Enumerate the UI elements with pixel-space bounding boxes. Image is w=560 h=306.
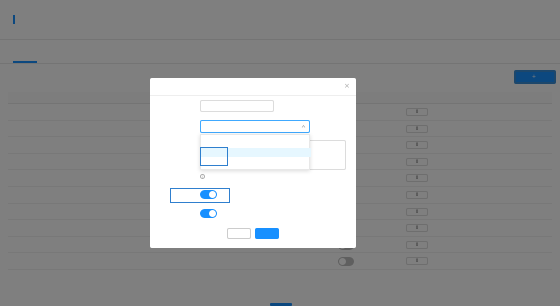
filter-highlight-box: [170, 188, 230, 203]
param-name-input[interactable]: [200, 100, 274, 112]
option-text[interactable]: [201, 138, 311, 147]
chevron-up-icon: [301, 125, 306, 128]
info-icon: i: [200, 174, 205, 179]
options-highlight-box: [200, 147, 228, 166]
close-icon[interactable]: ×: [344, 82, 350, 90]
dialog-header: ×: [150, 78, 356, 96]
values-hint: i: [200, 174, 207, 179]
confirm-button[interactable]: [255, 228, 279, 239]
show-toggle[interactable]: [200, 209, 217, 218]
param-type-select[interactable]: [200, 120, 310, 133]
cancel-button[interactable]: [227, 228, 251, 239]
